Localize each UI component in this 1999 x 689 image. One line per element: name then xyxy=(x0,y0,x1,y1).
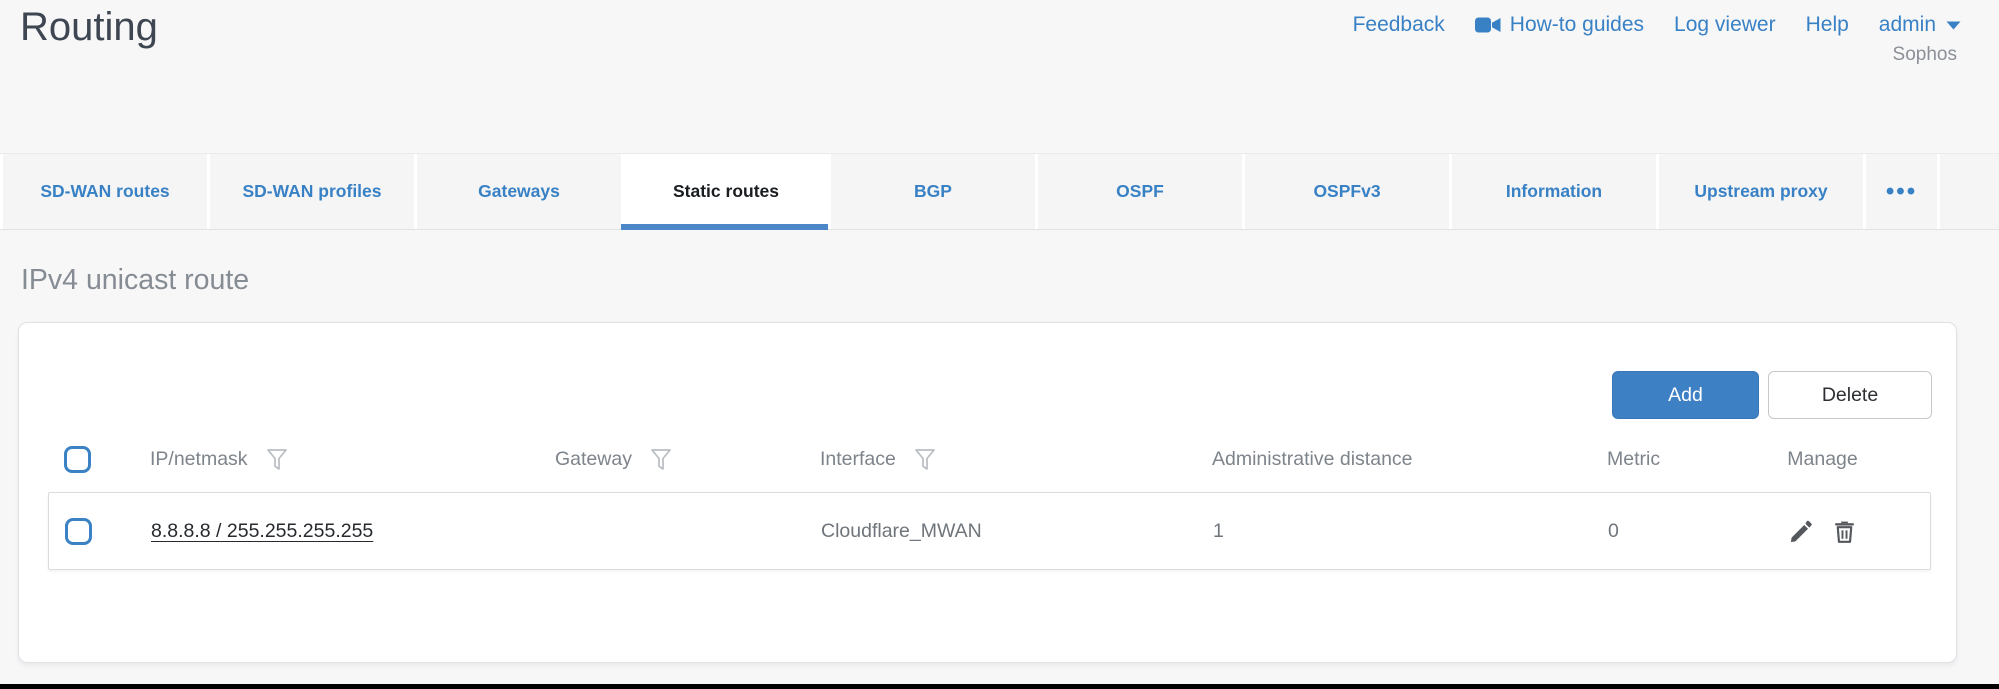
video-camera-icon xyxy=(1475,14,1501,36)
delete-trash-icon[interactable] xyxy=(1831,518,1858,545)
column-header-gateway: Gateway xyxy=(555,448,632,471)
column-header-manage: Manage xyxy=(1787,448,1857,471)
filter-icon[interactable] xyxy=(650,448,672,471)
tab-static-routes[interactable]: Static routes xyxy=(621,154,828,229)
tab-more-menu[interactable]: ••• xyxy=(1863,154,1937,229)
help-label: Help xyxy=(1806,13,1849,37)
select-all-checkbox[interactable] xyxy=(64,446,91,473)
tab-bar: SD-WAN routes SD-WAN profiles Gateways S… xyxy=(0,153,1999,230)
tab-bgp[interactable]: BGP xyxy=(828,154,1035,229)
howto-guides-link[interactable]: How-to guides xyxy=(1475,13,1644,37)
window-bottom-edge xyxy=(0,684,1999,689)
user-menu-label: admin xyxy=(1879,13,1936,37)
page-title: Routing xyxy=(20,5,158,50)
tab-gateways[interactable]: Gateways xyxy=(414,154,621,229)
log-viewer-label: Log viewer xyxy=(1674,13,1776,37)
section-heading: IPv4 unicast route xyxy=(21,264,249,297)
tab-upstream-proxy[interactable]: Upstream proxy xyxy=(1656,154,1863,229)
route-interface-value: Cloudflare_MWAN xyxy=(809,520,1201,543)
add-button[interactable]: Add xyxy=(1612,371,1759,419)
tab-sd-wan-profiles[interactable]: SD-WAN profiles xyxy=(207,154,414,229)
tab-sd-wan-routes[interactable]: SD-WAN routes xyxy=(0,154,207,229)
tab-ospf[interactable]: OSPF xyxy=(1035,154,1242,229)
column-header-ip-netmask: IP/netmask xyxy=(150,448,248,471)
tab-ospfv3[interactable]: OSPFv3 xyxy=(1242,154,1449,229)
brand-label: Sophos xyxy=(1893,44,1957,66)
routes-table: IP/netmask Gateway Interface Administrat… xyxy=(48,435,1931,570)
edit-pencil-icon[interactable] xyxy=(1788,518,1815,545)
column-header-interface: Interface xyxy=(820,448,896,471)
route-administrative-distance-value: 1 xyxy=(1201,520,1593,543)
help-link[interactable]: Help xyxy=(1806,13,1849,37)
filter-icon[interactable] xyxy=(914,448,936,471)
feedback-label: Feedback xyxy=(1353,13,1445,37)
column-header-metric: Metric xyxy=(1607,448,1660,471)
tab-bar-filler xyxy=(1937,154,1999,229)
column-header-administrative-distance: Administrative distance xyxy=(1212,448,1413,471)
feedback-link[interactable]: Feedback xyxy=(1353,13,1445,37)
chevron-down-icon xyxy=(1945,20,1962,31)
log-viewer-link[interactable]: Log viewer xyxy=(1674,13,1776,37)
filter-icon[interactable] xyxy=(266,448,288,471)
row-checkbox[interactable] xyxy=(65,518,92,545)
routes-card: Add Delete IP/netmask Gateway Interfac xyxy=(18,322,1957,663)
tab-information[interactable]: Information xyxy=(1449,154,1656,229)
table-header-row: IP/netmask Gateway Interface Administrat… xyxy=(48,435,1931,483)
user-menu[interactable]: admin xyxy=(1879,13,1962,37)
delete-button[interactable]: Delete xyxy=(1768,371,1932,419)
table-row: 8.8.8.8 / 255.255.255.255 Cloudflare_MWA… xyxy=(48,492,1931,570)
route-metric-value: 0 xyxy=(1593,520,1715,543)
top-navigation: Feedback How-to guides Log viewer Help a… xyxy=(1353,13,1962,37)
table-toolbar: Add Delete xyxy=(1612,371,1932,419)
howto-guides-label: How-to guides xyxy=(1510,13,1644,37)
route-ip-netmask-link[interactable]: 8.8.8.8 / 255.255.255.255 xyxy=(151,520,373,542)
